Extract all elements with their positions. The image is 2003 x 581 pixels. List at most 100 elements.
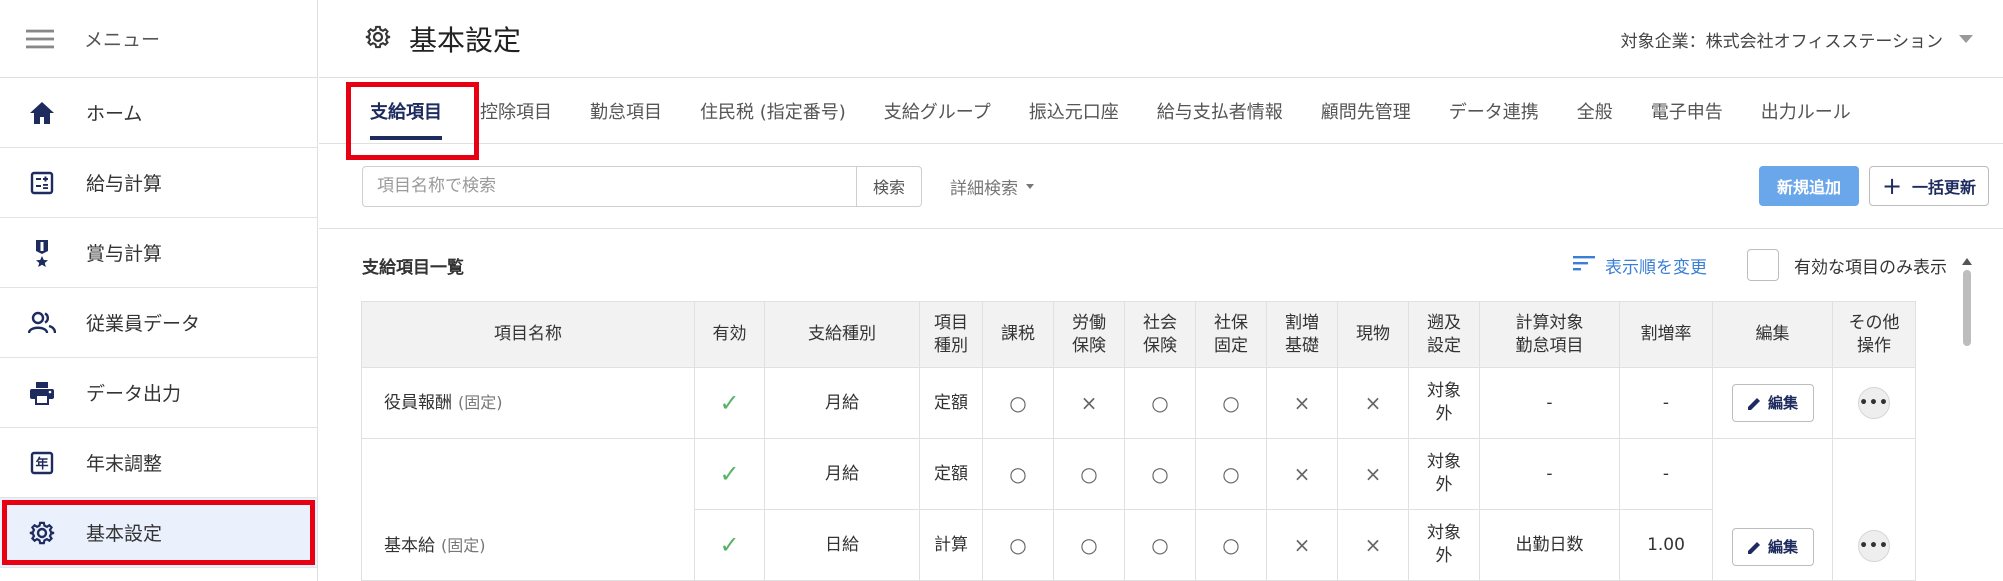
only-valid-toggle[interactable]: 有効な項目のみ表示 (1747, 229, 1947, 301)
chevron-down-icon[interactable] (1959, 35, 1973, 43)
cross-mark: × (1293, 390, 1311, 415)
social-insurance-cell: ○ (1124, 367, 1196, 439)
premium-rate-cell: 1.00 (1619, 509, 1713, 581)
tab-payment-items[interactable]: 支給項目 (351, 78, 461, 143)
company-selector[interactable]: 対象企業：株式会社オフィスステーション (1621, 0, 1973, 78)
sidebar-item-home[interactable]: ホーム (0, 78, 317, 148)
payment-items-table: 項目名称 有効 支給種別 項目 種別 課税 労働 保険 社会 保険 社保 固定 … (361, 301, 1916, 581)
year-icon: 年 (28, 449, 56, 477)
sidebar-item-bonus[interactable]: 賞与計算 (0, 218, 317, 288)
col-retroactive: 遡及 設定 (1408, 301, 1480, 368)
bulk-update-button[interactable]: + 一括更新 (1869, 166, 1989, 206)
sidebar-item-employees[interactable]: 従業員データ (0, 288, 317, 358)
tab-output-rules[interactable]: 出力ルール (1742, 78, 1870, 143)
change-order-label: 表示順を変更 (1605, 257, 1707, 278)
search-input[interactable] (362, 165, 857, 207)
in-kind-cell: × (1337, 367, 1409, 439)
add-new-button[interactable]: 新規追加 (1759, 166, 1859, 206)
advanced-search-label: 詳細検索 (950, 178, 1018, 199)
social-fixed-cell: ○ (1195, 509, 1267, 581)
cross-mark: × (1364, 461, 1382, 486)
more-options-icon[interactable]: ••• (1858, 530, 1890, 562)
tab-payment-groups[interactable]: 支給グループ (865, 78, 1010, 143)
change-order-link[interactable]: 表示順を変更 (1573, 229, 1707, 301)
edit-label: 編集 (1767, 537, 1798, 556)
attendance-item-cell: - (1479, 367, 1620, 439)
social-fixed-cell: ○ (1195, 438, 1267, 510)
menu-toggle[interactable]: メニュー (0, 0, 317, 78)
taxable-cell: ○ (982, 438, 1054, 510)
item-type-cell: 計算 (919, 509, 983, 581)
pencil-icon (1747, 397, 1760, 410)
col-item-name: 項目名称 (361, 301, 695, 368)
sidebar-item-label: ホーム (86, 103, 143, 125)
other-actions-cell: ••• (1832, 438, 1916, 581)
circle-mark: ○ (1151, 532, 1169, 557)
tab-data-integration[interactable]: データ連携 (1430, 78, 1558, 143)
table-row: 基本給 (固定) ✓ 月給 定額 ○ ○ ○ ○ × × 対象 外 - - 編集 (361, 438, 1916, 581)
sidebar: メニュー ホーム 給与計算 賞与計算 従業員データ データ出力 年 年末調整 基… (0, 0, 318, 581)
medal-icon (28, 239, 56, 267)
retroactive-cell: 対象 外 (1408, 367, 1480, 439)
tab-e-filing[interactable]: 電子申告 (1632, 78, 1742, 143)
sidebar-item-year-end[interactable]: 年 年末調整 (0, 428, 317, 498)
pencil-icon (1747, 541, 1760, 554)
printer-icon (28, 379, 56, 407)
advanced-search-toggle[interactable]: 詳細検索 (950, 174, 1034, 199)
labor-insurance-cell: ○ (1053, 509, 1125, 581)
col-edit: 編集 (1712, 301, 1833, 368)
tab-source-account[interactable]: 振込元口座 (1010, 78, 1138, 143)
sidebar-item-label: 年末調整 (86, 453, 163, 475)
col-labor-insurance: 労働 保険 (1053, 301, 1125, 368)
premium-base-cell: × (1266, 438, 1338, 510)
only-valid-checkbox[interactable] (1747, 249, 1779, 281)
retroactive-cell: 対象 外 (1408, 438, 1480, 510)
circle-mark: ○ (1009, 532, 1027, 557)
col-other-actions: その他 操作 (1832, 301, 1916, 368)
col-pay-type: 支給種別 (764, 301, 920, 368)
pay-type-cell: 日給 (764, 509, 920, 581)
item-name: 役員報酬 (384, 392, 452, 413)
circle-mark: ○ (1151, 461, 1169, 486)
check-icon: ✓ (719, 530, 740, 559)
circle-mark: ○ (1222, 461, 1240, 486)
sidebar-item-label: 従業員データ (86, 313, 201, 335)
sidebar-item-label: 給与計算 (86, 173, 163, 195)
circle-mark: ○ (1080, 461, 1098, 486)
vertical-scrollbar[interactable] (1961, 258, 1973, 581)
item-name: 基本給 (384, 536, 435, 557)
premium-rate-cell: - (1619, 367, 1713, 439)
tab-attendance-items[interactable]: 勤怠項目 (571, 78, 681, 143)
table-row: 役員報酬 (固定) ✓ 月給 定額 ○ × ○ ○ × × 対象 外 - - 編集 (361, 367, 1916, 439)
circle-mark: ○ (1009, 390, 1027, 415)
edit-button[interactable]: 編集 (1731, 384, 1814, 422)
sidebar-item-payroll[interactable]: 給与計算 (0, 148, 317, 218)
hamburger-icon[interactable] (26, 25, 54, 53)
svg-text:年: 年 (35, 456, 48, 472)
item-type-cell: 定額 (919, 367, 983, 439)
social-insurance-cell: ○ (1124, 509, 1196, 581)
tab-resident-tax[interactable]: 住民税 (指定番号) (681, 78, 865, 143)
tab-deduction-items[interactable]: 控除項目 (461, 78, 571, 143)
sidebar-item-basic-settings[interactable]: 基本設定 (0, 498, 317, 568)
edit-cell: 編集 (1712, 438, 1833, 581)
settings-tabs: 支給項目 控除項目 勤怠項目 住民税 (指定番号) 支給グループ 振込元口座 給… (319, 78, 2003, 144)
col-social-insurance: 社会 保険 (1124, 301, 1196, 368)
in-kind-cell: × (1337, 509, 1409, 581)
sidebar-item-data-output[interactable]: データ出力 (0, 358, 317, 428)
edit-button[interactable]: 編集 (1731, 528, 1814, 566)
tab-general[interactable]: 全般 (1558, 78, 1632, 143)
premium-rate-cell: - (1619, 438, 1713, 510)
caret-down-icon (1026, 183, 1034, 189)
taxable-cell: ○ (982, 367, 1054, 439)
attendance-item-cell: - (1479, 438, 1620, 510)
social-insurance-cell: ○ (1124, 438, 1196, 510)
scrollbar-thumb[interactable] (1963, 270, 1971, 346)
tab-payer-info[interactable]: 給与支払者情報 (1138, 78, 1302, 143)
scroll-up-icon[interactable] (1962, 258, 1972, 265)
search-button[interactable]: 検索 (857, 165, 922, 207)
home-icon (28, 99, 56, 127)
page-header: 基本設定 対象企業：株式会社オフィスステーション (319, 0, 2003, 78)
tab-client-management[interactable]: 顧問先管理 (1302, 78, 1430, 143)
more-options-icon[interactable]: ••• (1858, 387, 1890, 419)
